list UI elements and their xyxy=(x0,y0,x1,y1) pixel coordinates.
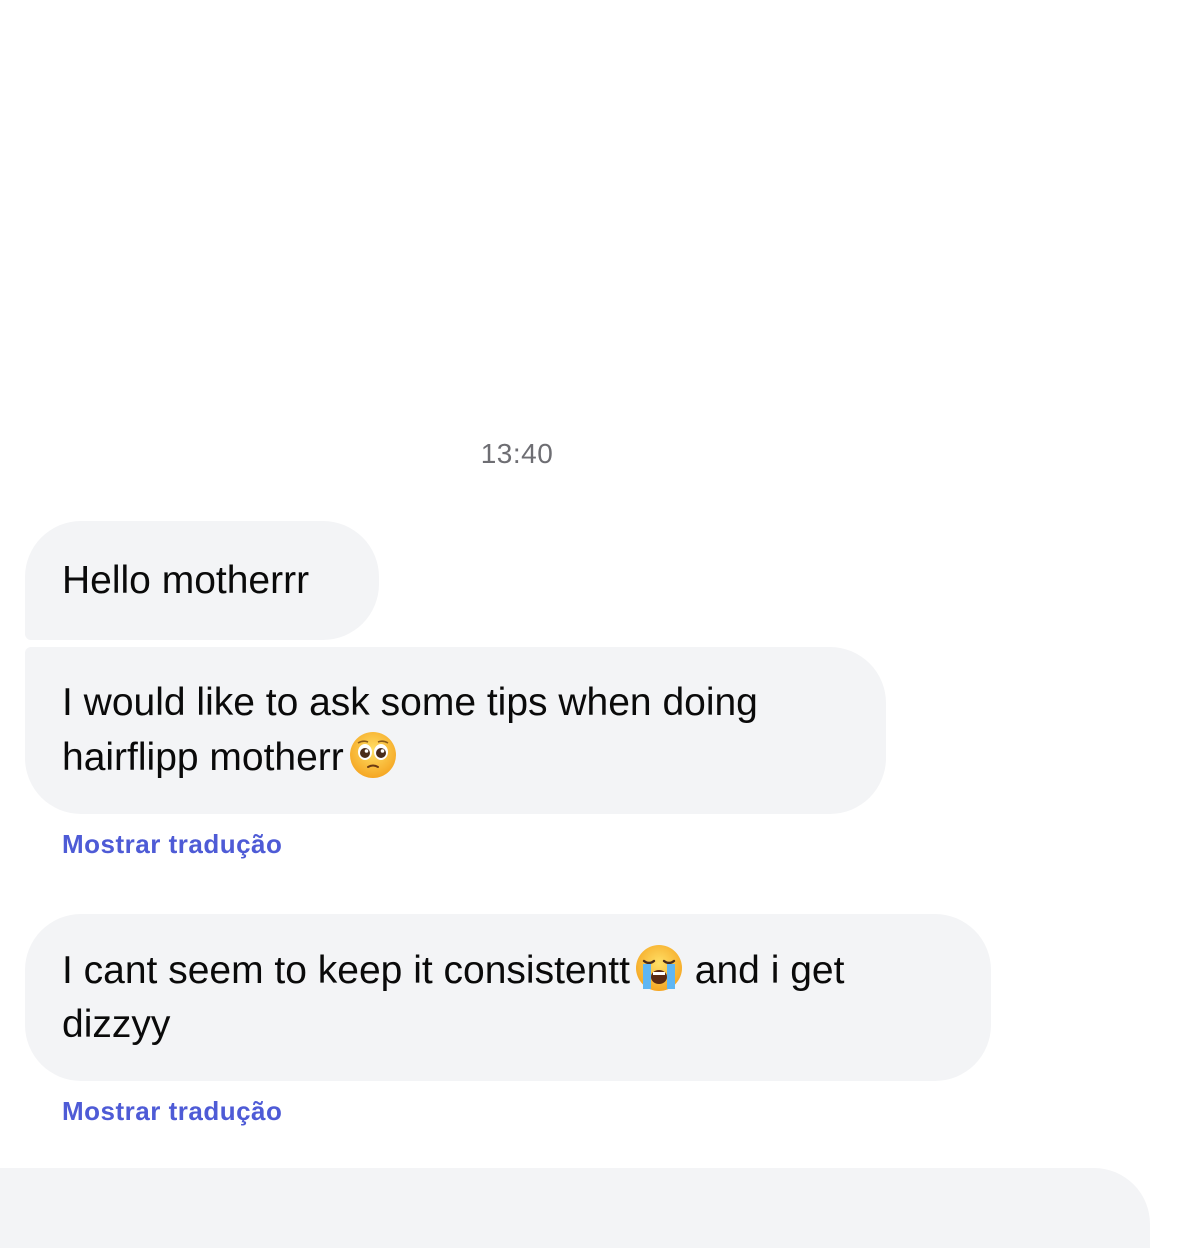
message-text: I cant seem to keep it consistentt and i… xyxy=(62,943,954,1052)
loudly-crying-face-icon xyxy=(634,943,684,993)
message-bubble[interactable]: I would like to ask some tips when doing… xyxy=(25,647,886,814)
message-text-part: I would like to ask some tips when doing… xyxy=(62,681,758,779)
message-bubble-partial[interactable] xyxy=(0,1168,1150,1248)
message-timestamp: 13:40 xyxy=(480,438,554,469)
show-translation-link[interactable]: Mostrar tradução xyxy=(62,1096,282,1127)
show-translation-link[interactable]: Mostrar tradução xyxy=(62,829,282,860)
message-bubble[interactable]: I cant seem to keep it consistentt and i… xyxy=(25,914,991,1081)
message-text: Hello motherrr xyxy=(62,558,310,602)
message-text-part: I cant seem to keep it consistentt xyxy=(62,949,630,992)
message-bubble[interactable]: Hello motherrr xyxy=(25,521,379,640)
message-text: I would like to ask some tips when doing… xyxy=(62,676,849,785)
pleading-face-icon xyxy=(348,730,398,780)
